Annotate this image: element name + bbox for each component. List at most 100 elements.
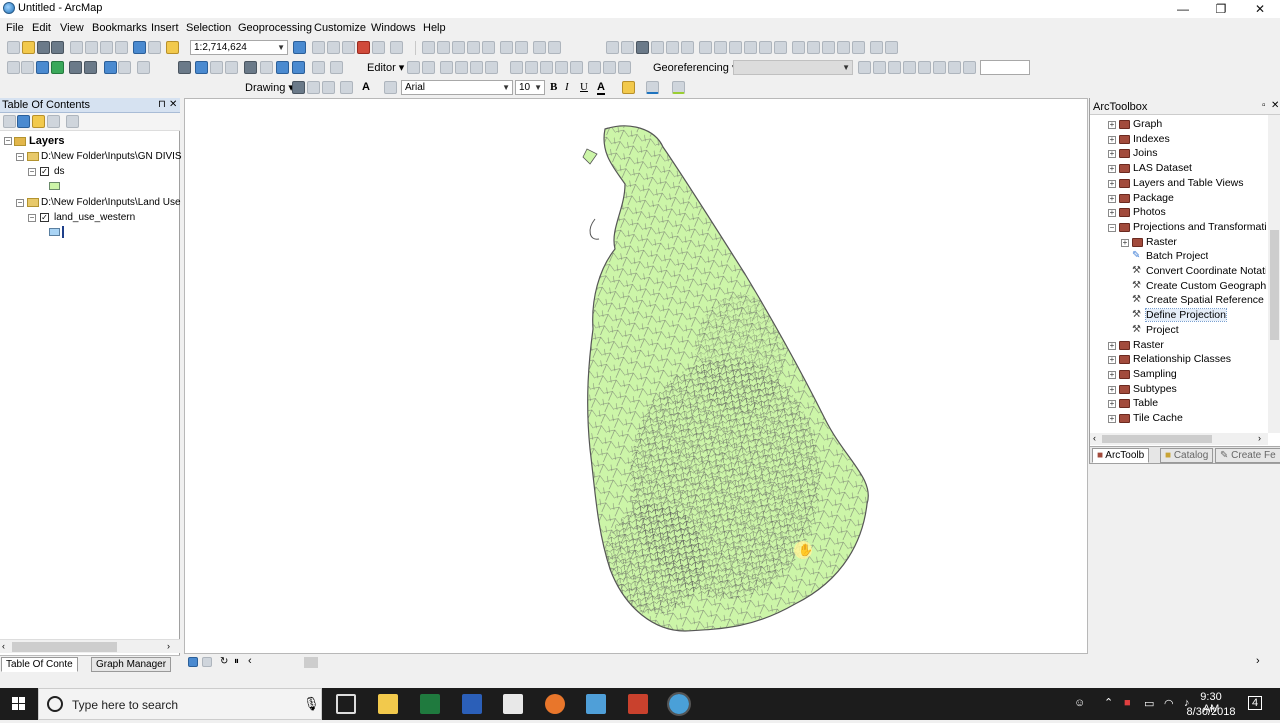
grid-tool-2-icon[interactable] — [807, 41, 820, 54]
edit-tool-9-icon[interactable] — [540, 61, 553, 74]
snap-tool-4-icon[interactable] — [744, 41, 757, 54]
expand-icon[interactable]: + — [1108, 415, 1116, 423]
layout-tool-1-icon[interactable] — [606, 41, 619, 54]
photos-icon[interactable] — [586, 694, 606, 714]
scroll-left-icon[interactable]: ‹ — [1093, 433, 1096, 443]
toolbox-item[interactable]: Convert Coordinate Notation — [1146, 265, 1266, 277]
restore-icon[interactable]: ▫ — [1262, 100, 1266, 111]
toolbox-item[interactable]: Table — [1133, 397, 1158, 409]
scroll-thumb[interactable] — [1102, 435, 1212, 443]
scroll-left-icon[interactable]: ‹ — [248, 655, 252, 667]
close-icon[interactable]: ✕ — [1271, 100, 1279, 111]
toolbox-item[interactable]: Tile Cache — [1133, 412, 1183, 424]
ds-symbol-swatch[interactable] — [49, 182, 60, 190]
toolbox-item[interactable]: Create Custom Geographic Transformation — [1146, 280, 1266, 292]
minimize-button[interactable]: — — [1163, 0, 1203, 18]
scroll-thumb[interactable] — [1270, 230, 1279, 340]
layer-ds-checkbox[interactable]: ✓ — [40, 167, 49, 176]
list-by-source-icon[interactable] — [17, 115, 30, 128]
new-document-icon[interactable] — [7, 41, 20, 54]
edit-tool-4-icon[interactable] — [455, 61, 468, 74]
editor-menu[interactable]: Editor ▾ — [367, 61, 404, 74]
viewer-window-icon[interactable] — [330, 61, 343, 74]
full-extent-icon[interactable] — [467, 41, 480, 54]
taskbar-search-box[interactable]: Type here to search 🎙 — [38, 688, 322, 720]
full-extent-globe-icon[interactable] — [51, 61, 64, 74]
map-scroll-thumb[interactable] — [304, 657, 318, 668]
go-back-icon[interactable] — [104, 61, 117, 74]
modelbuilder-icon[interactable] — [390, 41, 403, 54]
toolbox-item[interactable]: Layers and Table Views — [1133, 177, 1244, 189]
menu-bookmarks[interactable]: Bookmarks — [92, 22, 147, 34]
scale-combo[interactable]: 1:2,714,624 ▼ — [190, 40, 288, 55]
text-tool-icon[interactable]: A — [362, 81, 370, 93]
undo-icon[interactable] — [133, 41, 146, 54]
grid-tool-1-icon[interactable] — [792, 41, 805, 54]
refresh-icon[interactable]: ↻ — [220, 656, 228, 667]
excel-icon[interactable] — [420, 694, 440, 714]
arctoolbox-icon[interactable] — [357, 41, 370, 54]
zoom-selected-icon[interactable] — [322, 81, 335, 94]
grid-tool-4-icon[interactable] — [837, 41, 850, 54]
maximize-button[interactable]: ❐ — [1201, 0, 1241, 18]
bold-button[interactable]: B — [550, 81, 557, 93]
fill-color-icon[interactable] — [622, 81, 635, 94]
fixed-zoom-out-icon[interactable] — [84, 61, 97, 74]
measure-icon[interactable] — [276, 61, 289, 74]
grid-tool-3-icon[interactable] — [822, 41, 835, 54]
edit-tool-12-icon[interactable] — [588, 61, 601, 74]
toc-horizontal-scrollbar[interactable]: ‹ › — [0, 639, 180, 653]
menu-customize[interactable]: Customize — [314, 22, 366, 34]
expand-icon[interactable]: + — [1108, 370, 1116, 379]
expand-icon[interactable]: + — [1108, 194, 1116, 203]
expand-icon[interactable]: + — [1108, 165, 1116, 174]
collapse-icon[interactable]: − — [28, 214, 36, 222]
layout-pan-icon[interactable] — [515, 41, 528, 54]
tab-catalog[interactable]: ■ Catalog — [1160, 448, 1214, 463]
font-size-combo[interactable]: 10 ▼ — [515, 80, 545, 95]
select-pointer-icon[interactable] — [292, 81, 305, 94]
page-width-icon[interactable] — [548, 41, 561, 54]
go-to-xy-icon[interactable] — [292, 61, 305, 74]
expand-icon[interactable]: + — [1108, 150, 1116, 159]
map-view[interactable]: ✋ — [184, 98, 1088, 654]
close-button[interactable]: ✕ — [1240, 0, 1280, 18]
toolbox-horizontal-scrollbar[interactable]: ‹ › — [1090, 433, 1268, 445]
antivirus-icon[interactable]: ■ — [1124, 697, 1131, 709]
back-extent-icon[interactable] — [482, 41, 495, 54]
toc-options-icon[interactable] — [66, 115, 79, 128]
rectangle-icon[interactable] — [340, 81, 353, 94]
toolbox-vertical-scrollbar[interactable] — [1268, 115, 1280, 433]
georef-tool-2-icon[interactable] — [873, 61, 886, 74]
scroll-right-icon[interactable]: › — [167, 641, 170, 651]
cut-icon[interactable] — [70, 41, 83, 54]
powerpoint-icon[interactable] — [628, 694, 648, 714]
edit-tool-7-icon[interactable] — [510, 61, 523, 74]
underline-button[interactable]: U — [580, 81, 588, 93]
snap-tool-2-icon[interactable] — [714, 41, 727, 54]
toolbox-item[interactable]: Projections and Transformations — [1133, 221, 1266, 233]
expand-icon[interactable]: + — [1108, 179, 1116, 188]
expand-icon[interactable]: + — [1108, 209, 1116, 218]
expand-icon[interactable]: − — [1108, 223, 1116, 232]
people-icon[interactable]: ☺ — [1074, 697, 1085, 709]
expand-icon[interactable]: + — [1108, 121, 1116, 129]
battery-icon[interactable]: ▭ — [1144, 697, 1154, 710]
find-route-icon[interactable] — [260, 61, 273, 74]
html-popup-icon[interactable] — [225, 61, 238, 74]
print-icon[interactable] — [51, 41, 64, 54]
editor-toolbar-icon[interactable] — [293, 41, 306, 54]
menu-file[interactable]: File — [6, 22, 24, 34]
toolbox-item[interactable]: Raster — [1133, 339, 1164, 351]
tab-graph-manager[interactable]: Graph Manager — [91, 657, 172, 672]
toolbox-item[interactable]: Joins — [1133, 147, 1158, 159]
layers-root-label[interactable]: Layers — [29, 135, 64, 147]
microphone-icon[interactable]: 🎙 — [303, 696, 320, 712]
toolbox-item[interactable]: Photos — [1133, 206, 1166, 218]
task-view-icon[interactable] — [336, 694, 356, 714]
save-icon[interactable] — [37, 41, 50, 54]
close-icon[interactable]: ✕ — [169, 99, 177, 110]
tab-table-of-contents[interactable]: Table Of Conte — [1, 657, 78, 672]
grid-tool-7-icon[interactable] — [885, 41, 898, 54]
edit-tool-13-icon[interactable] — [603, 61, 616, 74]
